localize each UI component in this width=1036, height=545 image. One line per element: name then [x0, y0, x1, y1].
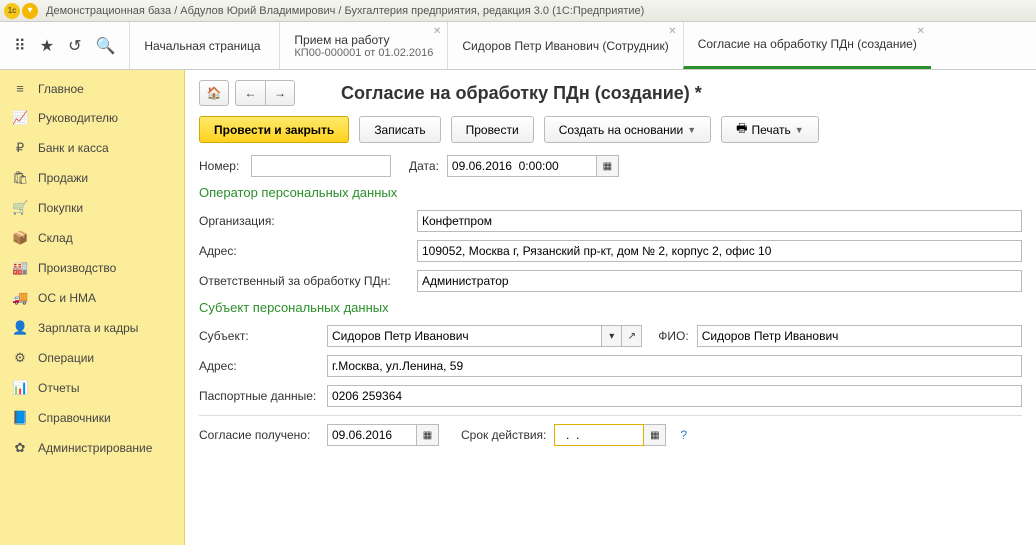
help-icon[interactable]: ? — [680, 428, 687, 442]
print-button[interactable]: 🖶Печать▼ — [721, 116, 819, 143]
create-based-button[interactable]: Создать на основании▼ — [544, 116, 711, 143]
org-label: Организация: — [199, 214, 409, 228]
passport-label: Паспортные данные: — [199, 389, 319, 403]
number-label: Номер: — [199, 159, 243, 173]
ruble-icon: ₽ — [12, 140, 28, 156]
fio-label: ФИО: — [658, 329, 688, 343]
tab-start-page[interactable]: Начальная страница — [129, 22, 279, 69]
number-input[interactable] — [251, 155, 391, 177]
chevron-down-icon: ▼ — [687, 125, 696, 135]
apps-icon[interactable]: ⠿ — [14, 36, 26, 56]
subject-address-label: Адрес: — [199, 359, 319, 373]
sidebar-item-operations[interactable]: ⚙Операции — [0, 343, 184, 373]
bag-icon: 🛍 — [12, 170, 28, 186]
sidebar: ≡Главное 📈Руководителю ₽Банк и касса 🛍Пр… — [0, 70, 185, 545]
calendar-icon[interactable]: ▦ — [417, 424, 439, 446]
printer-icon: 🖶 — [736, 119, 747, 140]
sidebar-item-hr[interactable]: 👤Зарплата и кадры — [0, 313, 184, 343]
post-and-close-button[interactable]: Провести и закрыть — [199, 116, 349, 143]
tab-hire[interactable]: Прием на работу КП00-000001 от 01.02.201… — [279, 22, 447, 69]
responsible-label: Ответственный за обработку ПДн: — [199, 274, 409, 288]
consent-date-input[interactable] — [327, 424, 417, 446]
consent-received-label: Согласие получено: — [199, 428, 319, 442]
post-button[interactable]: Провести — [451, 116, 534, 143]
sidebar-item-manager[interactable]: 📈Руководителю — [0, 103, 184, 133]
truck-icon: 🚚 — [12, 290, 28, 306]
history-icon[interactable]: ↺ — [68, 36, 81, 56]
sidebar-item-warehouse[interactable]: 📦Склад — [0, 223, 184, 253]
open-icon[interactable]: ↗ — [622, 325, 642, 347]
responsible-input[interactable] — [417, 270, 1022, 292]
sidebar-item-production[interactable]: 🏭Производство — [0, 253, 184, 283]
sidebar-item-main[interactable]: ≡Главное — [0, 74, 184, 103]
settings-icon: ✿ — [12, 440, 28, 456]
person-icon: 👤 — [12, 320, 28, 336]
window-titlebar: 1c ▾ Демонстрационная база / Абдулов Юри… — [0, 0, 1036, 22]
cart-icon: 🛒 — [12, 200, 28, 216]
org-input[interactable] — [417, 210, 1022, 232]
tab-employee[interactable]: Сидоров Петр Иванович (Сотрудник) ✕ — [447, 22, 682, 69]
separator — [199, 415, 1022, 416]
sidebar-item-bank[interactable]: ₽Банк и касса — [0, 133, 184, 163]
calendar-icon[interactable]: ▦ — [597, 155, 619, 177]
section-subject-title: Субъект персональных данных — [199, 300, 1022, 315]
tab-consent[interactable]: Согласие на обработку ПДн (создание) ✕ — [683, 22, 931, 69]
sidebar-item-assets[interactable]: 🚚ОС и НМА — [0, 283, 184, 313]
close-icon[interactable]: ✕ — [916, 26, 924, 37]
validity-date-input[interactable] — [554, 424, 644, 446]
calendar-icon[interactable]: ▦ — [644, 424, 666, 446]
sidebar-item-reports[interactable]: 📊Отчеты — [0, 373, 184, 403]
date-input[interactable] — [447, 155, 597, 177]
content-area: 🏠 ← → Согласие на обработку ПДн (создани… — [185, 70, 1036, 545]
sidebar-item-admin[interactable]: ✿Администрирование — [0, 433, 184, 463]
gear-icon: ⚙ — [12, 350, 28, 366]
operator-address-label: Адрес: — [199, 244, 409, 258]
close-icon[interactable]: ✕ — [433, 26, 441, 37]
sidebar-item-sales[interactable]: 🛍Продажи — [0, 163, 184, 193]
home-button[interactable]: 🏠 — [199, 80, 229, 106]
fio-input[interactable] — [697, 325, 1022, 347]
section-operator-title: Оператор персональных данных — [199, 185, 1022, 200]
window-title: Демонстрационная база / Абдулов Юрий Вла… — [46, 5, 644, 17]
passport-input[interactable] — [327, 385, 1022, 407]
search-icon[interactable]: 🔍 — [95, 36, 115, 56]
subject-input[interactable] — [327, 325, 602, 347]
validity-label: Срок действия: — [461, 428, 546, 442]
chart-icon: 📈 — [12, 110, 28, 126]
factory-icon: 🏭 — [12, 260, 28, 276]
box-icon: 📦 — [12, 230, 28, 246]
chevron-down-icon: ▼ — [795, 125, 804, 135]
sidebar-item-catalogs[interactable]: 📘Справочники — [0, 403, 184, 433]
window-min-icon[interactable]: ▾ — [22, 3, 38, 19]
subject-address-input[interactable] — [327, 355, 1022, 377]
close-icon[interactable]: ✕ — [668, 26, 676, 37]
app-logo-icon: 1c — [4, 3, 20, 19]
subject-label: Субъект: — [199, 329, 319, 343]
page-title: Согласие на обработку ПДн (создание) * — [341, 83, 702, 104]
back-button[interactable]: ← — [235, 80, 265, 106]
star-icon[interactable]: ★ — [40, 36, 54, 56]
date-label: Дата: — [409, 159, 439, 173]
menu-icon: ≡ — [12, 81, 28, 96]
book-icon: 📘 — [12, 410, 28, 426]
tab-bar: ⠿ ★ ↺ 🔍 Начальная страница Прием на рабо… — [0, 22, 1036, 70]
report-icon: 📊 — [12, 380, 28, 396]
dropdown-icon[interactable]: ▾ — [602, 325, 622, 347]
tabbar-tools: ⠿ ★ ↺ 🔍 — [0, 22, 129, 69]
save-button[interactable]: Записать — [359, 116, 440, 143]
operator-address-input[interactable] — [417, 240, 1022, 262]
forward-button[interactable]: → — [265, 80, 295, 106]
sidebar-item-purchases[interactable]: 🛒Покупки — [0, 193, 184, 223]
